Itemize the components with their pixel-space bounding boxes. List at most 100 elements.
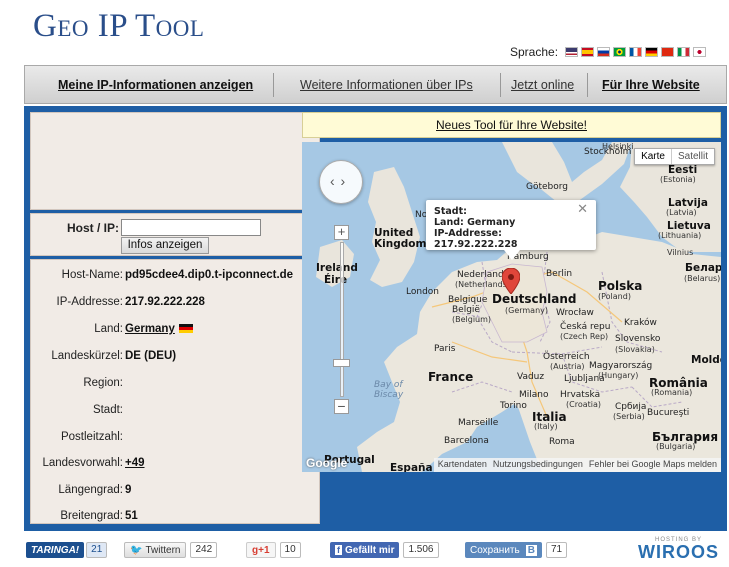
map-label: Magyarország <box>589 361 653 371</box>
map-label: Bucureşti <box>647 408 690 418</box>
main-nav: Meine IP-Informationen anzeigen Weitere … <box>24 65 727 104</box>
info-key: Breitengrad: <box>60 510 123 522</box>
map-type-karte[interactable]: Karte <box>635 149 672 164</box>
map-label: Kraków <box>624 318 657 328</box>
country-link[interactable]: Germany <box>125 323 175 335</box>
google-logo: Google <box>306 456 348 470</box>
map-label: España <box>390 462 433 472</box>
info-value-wrap: +49 <box>125 457 145 469</box>
flag-jp-icon[interactable] <box>693 47 707 57</box>
site-logo[interactable]: Geo IP Tool <box>33 8 204 45</box>
nav-more-info[interactable]: Weitere Informationen über IPs <box>300 78 473 92</box>
info-row-country: Land: Germany <box>31 323 321 341</box>
flag-us-icon[interactable] <box>565 47 579 57</box>
twitter-bird-icon: 🐦 <box>130 544 143 556</box>
map-label: Ljubljana <box>564 374 605 384</box>
zoom-in-button[interactable]: + <box>334 225 349 240</box>
terms-link[interactable]: Nutzungsbedingungen <box>493 459 583 471</box>
map-label: Torino <box>500 401 527 411</box>
map-label: Ireland <box>316 262 358 274</box>
info-key: Postleitzahl: <box>60 431 123 443</box>
map-label: Moldo <box>691 354 721 366</box>
map-label: (Romania) <box>651 388 693 397</box>
report-error-link[interactable]: Fehler bei Google Maps melden <box>589 459 717 471</box>
map-label: Nederland <box>457 270 504 280</box>
flag-br-icon[interactable] <box>613 47 627 57</box>
map-label: Vilnius <box>667 248 694 257</box>
page: Geo IP Tool Sprache: Meine IP-Informatio… <box>0 0 729 567</box>
map-info-popup: ✕ Stadt: Land: Germany IP-Addresse: 217.… <box>426 200 596 260</box>
vk-count: 71 <box>545 542 568 558</box>
taringa-button[interactable]: TARINGA! <box>26 542 85 558</box>
info-row-city: Stadt: <box>31 404 321 422</box>
zoom-out-button[interactable]: − <box>334 399 349 414</box>
flag-cn-icon[interactable] <box>661 47 675 57</box>
map-label: France <box>428 370 474 384</box>
info-key: Längengrad: <box>58 484 123 496</box>
info-row-region: Region: <box>31 377 321 395</box>
map-label: (Lithuania) <box>658 231 702 240</box>
new-tool-banner: Neues Tool für Ihre Website! <box>302 112 721 138</box>
info-key: Stadt: <box>92 404 123 416</box>
host-lookup-form: Host / IP: Infos anzeigen <box>30 213 320 256</box>
wiroos-logo[interactable]: HOSTING BY WIROOS <box>638 537 719 561</box>
zoom-slider-handle[interactable] <box>333 359 350 367</box>
info-row-hostname: Host-Name: pd95cdee4.dip0.t-ipconnect.de <box>31 269 321 287</box>
flag-es-icon[interactable] <box>581 47 595 57</box>
wiroos-label: WIROOS <box>638 542 719 562</box>
map-type-toggle: Karte Satellit <box>634 148 715 165</box>
map-label: (Poland) <box>598 292 631 301</box>
twitter-button[interactable]: 🐦 Twittern <box>124 542 187 558</box>
show-info-button[interactable]: Infos anzeigen <box>121 237 209 254</box>
flag-ru-icon[interactable] <box>597 47 611 57</box>
info-row-longitude: Längengrad: 9 <box>31 484 321 502</box>
nav-for-website[interactable]: Für Ihre Website <box>602 78 700 92</box>
flag-it-icon[interactable] <box>677 47 691 57</box>
map-marker-icon[interactable] <box>502 268 520 294</box>
map-data-link[interactable]: Kartendaten <box>438 459 487 471</box>
map-label: Österreich <box>543 352 590 362</box>
map-label: Wrocław <box>556 308 594 318</box>
info-key: Host-Name: <box>61 269 123 281</box>
info-key: IP-Addresse: <box>56 296 123 308</box>
close-icon[interactable]: ✕ <box>577 203 588 216</box>
nav-online-now[interactable]: Jetzt online <box>511 78 574 92</box>
map-label: Česká repu <box>560 322 611 332</box>
map-type-satellit[interactable]: Satellit <box>672 149 714 164</box>
flag-de-icon[interactable] <box>645 47 659 57</box>
language-flags <box>565 47 707 57</box>
ip-info-panel: Host-Name: pd95cdee4.dip0.t-ipconnect.de… <box>30 259 320 524</box>
map-label: Barcelona <box>444 436 489 446</box>
pan-control-icon[interactable] <box>319 160 363 204</box>
map-label: (Germany) <box>505 306 549 315</box>
info-key: Landesvorwahl: <box>42 457 123 469</box>
flag-de-icon <box>178 324 193 333</box>
info-value-wrap: Germany <box>125 323 193 335</box>
gplus-count: 10 <box>279 542 301 558</box>
flag-fr-icon[interactable] <box>629 47 643 57</box>
map-label: Marseille <box>458 418 499 428</box>
map-label: Milano <box>519 390 549 400</box>
host-label: Host / IP: <box>67 221 120 235</box>
map-label: Србија <box>615 402 647 412</box>
map-label: Berlin <box>546 269 573 279</box>
nav-my-ip[interactable]: Meine IP-Informationen anzeigen <box>58 78 253 92</box>
dial-code-link[interactable]: +49 <box>125 457 145 469</box>
info-key: Land: <box>94 323 123 335</box>
zoom-slider-track[interactable] <box>340 242 344 397</box>
info-row-dial-code: Landesvorwahl: +49 <box>31 457 321 475</box>
map-label: Roma <box>549 437 575 447</box>
vk-button[interactable]: Сохранить B <box>465 542 542 558</box>
footer-social-bar: TARINGA! 21 🐦 Twittern 242 g+1 10 f Gefäll… <box>24 537 727 565</box>
location-map[interactable]: Helsinki Stockholm Eesti (Estonia) Göteb… <box>302 142 721 472</box>
map-label: Polska <box>598 279 643 293</box>
map-label: (Estonia) <box>660 175 696 184</box>
info-value: 9 <box>125 484 132 496</box>
gplus-button[interactable]: g+1 <box>246 542 276 558</box>
map-label: Беларусь <box>685 262 721 274</box>
info-row-latitude: Breitengrad: 51 <box>31 510 321 528</box>
new-tool-link[interactable]: Neues Tool für Ihre Website! <box>436 118 587 132</box>
twitter-count: 242 <box>190 542 218 558</box>
facebook-button[interactable]: f Gefällt mir <box>330 542 400 558</box>
host-input[interactable] <box>121 219 261 236</box>
